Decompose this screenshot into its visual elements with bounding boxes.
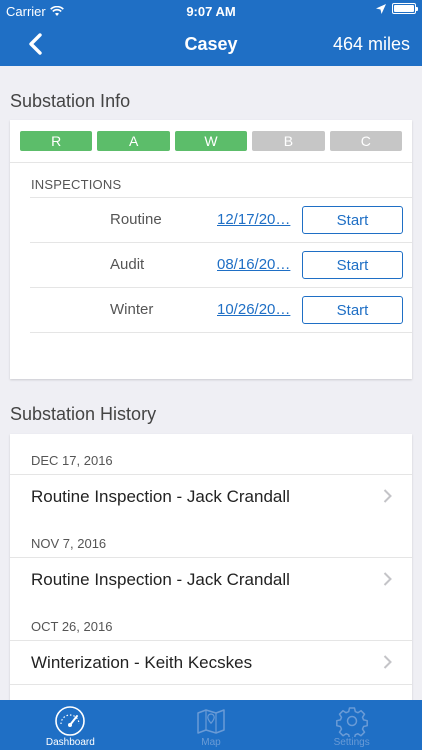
tab-label: Dashboard [45,737,95,748]
divider [10,162,412,163]
inspection-name: Routine [110,211,162,228]
status-right [376,3,418,14]
start-audit-button[interactable]: Start [302,251,403,279]
distance-label: 464 miles [332,34,410,54]
start-winter-button[interactable]: Start [302,296,403,324]
nav-bar: Casey 464 miles [0,22,422,66]
clock: 9:07 AM [186,4,236,19]
start-routine-button[interactable]: Start [302,206,403,234]
history-item-title: Winterization - Keith Kecskes [31,653,253,672]
inspection-row-routine: Routine 12/17/20… Start [10,198,412,243]
header: Carrier 9:07 AM Casey 464 miles [0,0,422,66]
dashboard-icon [55,706,86,736]
tab-bar: Dashboard Map Settings [0,700,422,750]
chevron-right-icon [383,489,392,503]
history-item[interactable]: Routine Inspection - Jack Crandall [10,475,412,517]
inspection-row-winter: Winter 10/26/20… Start [10,288,412,333]
history-item-title: Routine Inspection - Jack Crandall [31,570,290,589]
history-date: DEC 17, 2016 [31,453,113,468]
divider [30,332,412,333]
history-date: OCT 26, 2016 [31,619,113,634]
substation-info-card: R A W B C INSPECTIONS Routine 12/17/20… … [10,120,412,379]
status-pill-a: A [97,131,170,151]
tab-map[interactable]: Map [141,700,282,750]
tab-label: Map [201,737,221,748]
map-icon [197,709,225,734]
status-pill-b: B [252,131,325,151]
substation-history-heading: Substation History [10,404,157,424]
gear-icon [335,707,368,737]
tab-dashboard[interactable]: Dashboard [0,700,141,750]
divider [10,684,412,685]
chevron-right-icon [383,655,392,669]
inspection-name: Winter [110,301,154,318]
inspection-name: Audit [110,256,145,273]
inspection-date-link[interactable]: 10/26/20… [217,301,297,318]
inspections-header: INSPECTIONS [31,177,122,192]
history-item-title: Routine Inspection - Jack Crandall [31,487,290,506]
inspection-date-link[interactable]: 12/17/20… [217,211,297,228]
history-date: NOV 7, 2016 [31,536,107,551]
status-pill-w: W [174,131,248,151]
inspection-row-audit: Audit 08/16/20… Start [10,243,412,288]
chevron-right-icon [383,572,392,586]
substation-history-card: DEC 17, 2016 Routine Inspection - Jack C… [10,434,412,704]
location-arrow-icon [376,3,386,14]
tab-settings[interactable]: Settings [281,700,422,750]
status-pill-r: R [20,131,93,151]
status-pill-c: C [329,131,403,151]
battery-icon [392,3,418,14]
status-indicators: R A W B C [20,131,403,151]
history-item[interactable]: Routine Inspection - Jack Crandall [10,558,412,600]
inspection-date-link[interactable]: 08/16/20… [217,256,297,273]
substation-info-heading: Substation Info [10,91,131,111]
history-item[interactable]: Winterization - Keith Kecskes [10,641,412,683]
tab-label: Settings [333,737,370,748]
status-bar: Carrier 9:07 AM [0,0,422,22]
